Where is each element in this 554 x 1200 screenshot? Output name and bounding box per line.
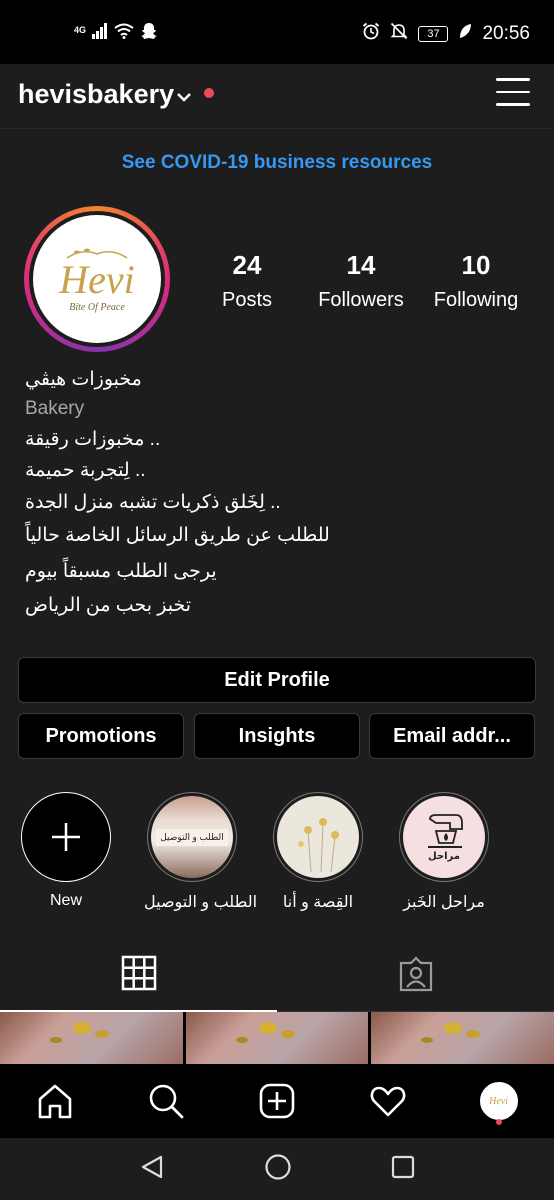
alarm-icon xyxy=(362,22,380,45)
profile-tabs xyxy=(0,936,554,1012)
status-bar: 4G 37 20:56 xyxy=(0,0,554,64)
bio-line: مخبوزات رقيقة .. xyxy=(25,429,161,450)
highlight-cover-text: الطلب و التوصيل xyxy=(156,828,228,846)
highlight-cover: مراحل xyxy=(403,796,485,878)
battery-indicator: 37 xyxy=(418,25,449,42)
stat-posts[interactable]: 24 Posts xyxy=(192,250,302,312)
chevron-down-icon[interactable] xyxy=(176,90,192,108)
highlight-baking-stages[interactable]: مراحل مراحل الخَبز xyxy=(396,792,492,912)
tagged-user-icon xyxy=(399,955,432,991)
snapchat-icon xyxy=(140,22,158,45)
bio-line: لِتجربة حميمة .. xyxy=(25,460,146,481)
bakery-logo: Hevi Bite Of Peace xyxy=(33,215,161,343)
hamburger-menu-icon[interactable] xyxy=(496,78,530,108)
plus-icon xyxy=(52,823,80,851)
avatar-mini-logo: Hevi xyxy=(489,1095,509,1107)
bio-line: لِخَلق ذكريات تشبه منزل الجدة .. xyxy=(25,492,281,513)
bio-line: يرجى الطلب مسبقاً بيوم xyxy=(25,561,217,582)
profile-avatar[interactable]: Hevi Bite Of Peace xyxy=(24,206,170,352)
stand-mixer-icon xyxy=(428,813,463,848)
nav-create[interactable] xyxy=(247,1071,307,1131)
followers-count: 14 xyxy=(346,250,376,280)
promotions-button[interactable]: Promotions xyxy=(18,713,184,759)
wifi-icon xyxy=(114,23,134,44)
tab-posts-grid[interactable] xyxy=(0,936,277,1012)
nav-search[interactable] xyxy=(136,1071,196,1131)
nav-activity[interactable] xyxy=(358,1071,418,1131)
system-navigation xyxy=(0,1138,554,1200)
followers-label: Followers xyxy=(318,289,404,311)
posts-grid xyxy=(0,1012,554,1064)
status-left: 4G xyxy=(74,22,158,45)
highlight-new[interactable]: New xyxy=(18,792,114,910)
highlight-label: مراحل الخَبز xyxy=(403,894,485,911)
add-post-icon xyxy=(259,1083,295,1119)
covid-resources-link[interactable]: See COVID-19 business resources xyxy=(122,152,432,174)
leaf-icon xyxy=(458,23,472,44)
flowers-image xyxy=(298,818,339,872)
insights-button[interactable]: Insights xyxy=(194,713,360,759)
profile-avatar-small: Hevi xyxy=(479,1082,518,1120)
nav-home[interactable] xyxy=(25,1071,85,1131)
post-thumbnail[interactable] xyxy=(371,1012,554,1064)
posts-label: Posts xyxy=(221,289,273,311)
logo-wordmark: Hevi xyxy=(59,256,135,302)
recents-square-icon[interactable] xyxy=(391,1155,415,1184)
following-count: 10 xyxy=(461,250,491,280)
back-icon[interactable] xyxy=(139,1154,165,1185)
search-icon xyxy=(149,1084,184,1119)
nav-profile[interactable]: Hevi xyxy=(469,1071,529,1131)
heart-icon xyxy=(370,1086,406,1117)
profile-content: Hevi Bite Of Peace 24 Posts 14 Followers… xyxy=(0,196,554,1012)
stat-followers[interactable]: 14 Followers xyxy=(306,250,416,312)
bio-line: للطلب عن طريق الرسائل الخاصة حالياً xyxy=(25,525,330,546)
activity-dot xyxy=(495,1119,502,1125)
profile-category: Bakery xyxy=(25,398,85,419)
username-switcher[interactable]: hevisbakery xyxy=(18,79,174,110)
highlight-cover-text: مراحل xyxy=(428,850,460,862)
profile-name: مخبوزات هيڤي xyxy=(25,369,142,390)
bottom-navigation: Hevi xyxy=(0,1064,554,1138)
email-button[interactable]: Email addr... xyxy=(369,713,535,759)
notification-dot xyxy=(204,88,214,98)
covid-resources-banner: See COVID-19 business resources xyxy=(0,128,554,196)
post-thumbnail[interactable] xyxy=(0,1012,183,1064)
edit-profile-button[interactable]: Edit Profile xyxy=(18,657,536,703)
following-label: Following xyxy=(433,289,519,311)
network-type: 4G xyxy=(74,24,87,35)
highlight-story[interactable]: القِصة و أنا xyxy=(270,792,366,912)
tab-tagged[interactable] xyxy=(277,936,554,1012)
home-circle-icon[interactable] xyxy=(264,1153,292,1186)
logo-tagline: Bite Of Peace xyxy=(69,301,125,313)
signal-icon xyxy=(92,23,108,44)
mute-bell-icon xyxy=(390,22,408,45)
bio-line: تخبز بحب من الرياض xyxy=(25,595,192,616)
highlight-cover xyxy=(277,796,359,878)
highlight-label: الطلب و التوصيل xyxy=(144,894,258,911)
new-highlight-circle[interactable] xyxy=(21,792,111,882)
stat-following[interactable]: 10 Following xyxy=(421,250,531,312)
clock-time: 20:56 xyxy=(482,22,530,44)
status-right: 37 20:56 xyxy=(362,22,530,45)
highlight-order-delivery[interactable]: الطلب و التوصيل الطلب و التوصيل xyxy=(144,792,258,912)
post-thumbnail[interactable] xyxy=(185,1012,369,1064)
profile-header-bar: hevisbakery xyxy=(0,64,554,128)
highlight-cover: الطلب و التوصيل xyxy=(151,796,233,878)
highlight-label: New xyxy=(49,892,82,909)
highlight-label: القِصة و أنا xyxy=(282,894,354,911)
home-icon xyxy=(39,1084,72,1119)
posts-count: 24 xyxy=(232,250,262,280)
grid-icon xyxy=(121,955,156,991)
